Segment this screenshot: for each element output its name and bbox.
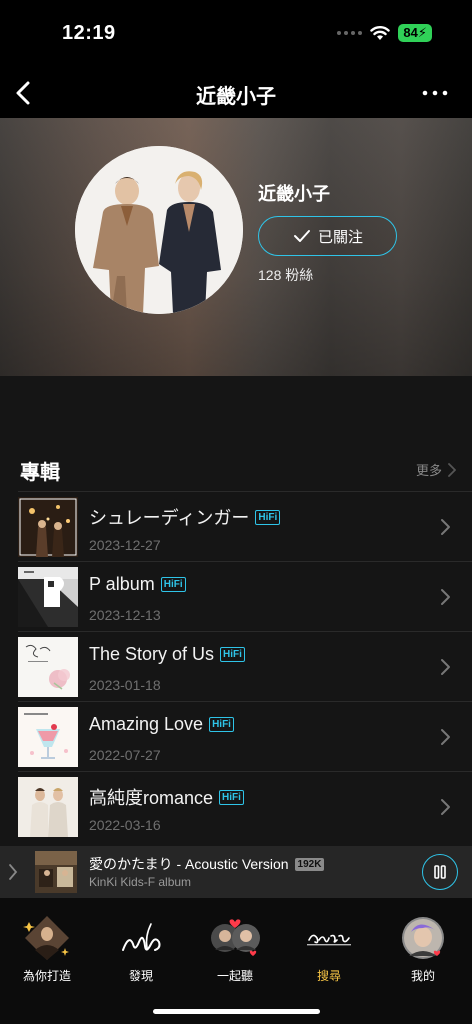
album-cover [18, 637, 78, 697]
profile-avatar-icon [397, 914, 449, 962]
tab-for-you[interactable]: 為你打造 [0, 914, 94, 986]
chevron-right-icon [448, 462, 456, 477]
pause-button[interactable] [422, 854, 458, 890]
discover-script-icon [115, 914, 167, 962]
chevron-right-icon[interactable] [8, 863, 18, 881]
artist-header: 近畿小子 已關注 128 粉絲 [0, 118, 472, 376]
status-time: 12:19 [62, 22, 116, 44]
more-albums-link[interactable]: 更多 [416, 460, 456, 479]
chevron-right-icon [441, 659, 450, 675]
album-title-text: The Story of Us [89, 644, 215, 664]
album-date: 2023-12-27 [89, 537, 161, 553]
album-title: P album HiFi [89, 574, 186, 595]
pause-icon [434, 865, 446, 879]
hifi-badge: HiFi [209, 717, 234, 732]
tab-label: 一起聽 [216, 969, 253, 983]
artist-name: 近畿小子 [258, 184, 330, 204]
album-date: 2023-01-18 [89, 677, 161, 693]
album-list: シュレーディンガー HiFi 2023-12-27 P album HiFi 2… [18, 491, 472, 841]
album-title-text: Amazing Love [89, 714, 204, 734]
battery-icon: 84⚡ [398, 24, 432, 42]
artist-avatar [75, 146, 243, 314]
fan-count: 128 粉絲 [258, 267, 314, 283]
album-row[interactable]: The Story of Us HiFi 2023-01-18 [18, 631, 472, 701]
album-row[interactable]: シュレーディンガー HiFi 2023-12-27 [18, 491, 472, 561]
mini-player[interactable]: 愛のかたまり - Acoustic Version 192K KinKi Kid… [0, 846, 472, 898]
chevron-right-icon [441, 729, 450, 745]
follow-label: 已關注 [317, 228, 363, 246]
album-row[interactable]: P album HiFi 2023-12-13 [18, 561, 472, 631]
nav-bar: 近畿小子 [0, 68, 472, 118]
album-cover [18, 497, 78, 557]
album-date: 2022-07-27 [89, 747, 161, 763]
now-playing-subtitle: KinKi Kids-F album [89, 875, 192, 889]
hifi-badge: HiFi [220, 647, 245, 662]
home-indicator [153, 1009, 320, 1014]
tab-profile[interactable]: 我的 [376, 914, 470, 986]
more-label: 更多 [415, 463, 442, 478]
tab-search[interactable]: 搜尋 [282, 914, 376, 986]
status-bar: 12:19 84⚡ [0, 0, 472, 68]
chevron-right-icon [441, 519, 450, 535]
chevron-right-icon [441, 799, 450, 815]
status-indicators: 84⚡ [337, 24, 432, 42]
follow-button[interactable]: 已關注 [258, 216, 397, 256]
now-playing-cover [35, 851, 77, 893]
checkmark-icon [293, 230, 310, 242]
battery-level: 84 [403, 25, 418, 40]
albums-section-header: 專輯 更多 [20, 448, 456, 488]
tab-listen-together[interactable]: 一起聽 [188, 914, 282, 986]
tab-label: 搜尋 [316, 969, 341, 983]
cellular-signal-icon [337, 31, 363, 35]
tab-label: 發現 [128, 969, 153, 983]
album-cover [18, 707, 78, 767]
listen-together-icon [209, 914, 261, 962]
album-title-text: シュレーディンガー [89, 508, 250, 528]
album-title: Amazing Love HiFi [89, 714, 234, 735]
album-row[interactable]: Amazing Love HiFi 2022-07-27 [18, 701, 472, 771]
album-cover [18, 777, 78, 837]
tab-bar: 為你打造 發現 一起聽 搜尋 我的 [0, 898, 472, 1024]
artist-diamond-icon [21, 914, 73, 962]
tab-label: 為你打造 [22, 969, 71, 983]
album-row[interactable]: 高純度romance HiFi 2022-03-16 [18, 771, 472, 841]
album-title: シュレーディンガー HiFi [89, 504, 281, 530]
albums-section-title: 專輯 [20, 462, 60, 484]
now-playing-title: 愛のかたまり - Acoustic Version 192K [89, 854, 325, 874]
album-cover [18, 567, 78, 627]
tab-label: 我的 [410, 969, 435, 983]
quality-badge: 192K [294, 857, 325, 871]
chevron-right-icon [441, 589, 450, 605]
search-script-icon [303, 914, 355, 962]
album-title: 高純度romance HiFi [89, 784, 244, 810]
album-title-text: 高純度romance [89, 788, 214, 808]
more-options-icon[interactable] [420, 78, 450, 108]
hifi-badge: HiFi [219, 789, 244, 805]
tab-discover[interactable]: 發現 [94, 914, 188, 986]
album-date: 2023-12-13 [89, 607, 161, 623]
page-title: 近畿小子 [196, 86, 276, 108]
hifi-badge: HiFi [255, 509, 281, 525]
hifi-badge: HiFi [160, 577, 186, 592]
album-date: 2022-03-16 [89, 817, 161, 833]
album-title: The Story of Us HiFi [89, 644, 245, 665]
album-title-text: P album [89, 574, 155, 594]
wifi-icon [370, 26, 391, 40]
now-playing-title-text: 愛のかたまり - Acoustic Version [89, 856, 289, 872]
